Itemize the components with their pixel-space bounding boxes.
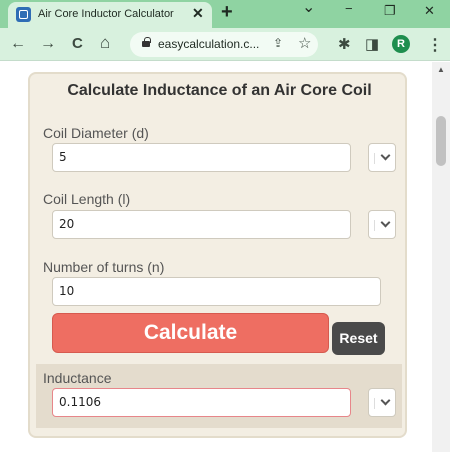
new-tab-icon[interactable]: +: [221, 1, 233, 24]
profile-avatar[interactable]: R: [392, 35, 410, 53]
inductance-unit-select[interactable]: [368, 388, 396, 417]
inductance-result-field[interactable]: 0.1106: [52, 388, 351, 417]
home-icon[interactable]: ⌂: [100, 33, 110, 53]
select-separator: [374, 220, 375, 231]
minimize-icon[interactable]: −: [345, 1, 353, 16]
extensions-icon[interactable]: ✱: [338, 35, 351, 53]
site-favicon-icon: [16, 7, 31, 22]
coil-length-label: Coil Length (l): [43, 191, 131, 207]
browser-toolbar: ← → C ⌂ easycalculation.c... ⇪ ☆ ✱ ◨ R ⋮: [0, 28, 450, 61]
result-section: Inductance 0.1106: [36, 364, 402, 428]
chevron-down-icon: [380, 395, 391, 406]
calculator-title: Calculate Inductance of an Air Core Coil: [67, 82, 372, 99]
select-separator: [374, 398, 375, 409]
chevron-down-icon: [380, 150, 391, 161]
reload-icon[interactable]: C: [72, 35, 83, 52]
side-panel-icon[interactable]: ◨: [365, 35, 379, 53]
coil-length-input[interactable]: 20: [52, 210, 351, 239]
reset-button[interactable]: Reset: [332, 322, 385, 355]
inductance-label: Inductance: [43, 370, 112, 386]
number-of-turns-input[interactable]: 10: [52, 277, 381, 306]
tab-close-icon[interactable]: ✕: [192, 5, 204, 22]
bookmark-star-icon[interactable]: ☆: [298, 34, 311, 52]
calculator-panel: Calculate Inductance of an Air Core Coil…: [28, 72, 407, 438]
tab-air-core-inductor[interactable]: Air Core Inductor Calculator ✕: [8, 2, 212, 28]
tab-strip: Air Core Inductor Calculator ✕ + ⌄ − ❐ ✕: [0, 0, 450, 28]
address-bar[interactable]: easycalculation.c... ⇪ ☆: [130, 32, 318, 57]
restore-icon[interactable]: ❐: [384, 3, 396, 19]
select-separator: [374, 153, 375, 164]
coil-diameter-input[interactable]: 5: [52, 143, 351, 172]
number-of-turns-label: Number of turns (n): [43, 259, 165, 275]
tab-search-chevron-icon[interactable]: ⌄: [302, 0, 315, 17]
page-content: Calculate Inductance of an Air Core Coil…: [0, 62, 450, 452]
forward-icon[interactable]: →: [40, 35, 56, 53]
tab-title: Air Core Inductor Calculator: [38, 8, 174, 20]
chevron-down-icon: [380, 217, 391, 228]
back-icon[interactable]: ←: [10, 35, 26, 53]
coil-diameter-unit-select[interactable]: [368, 143, 396, 172]
browser-window: Air Core Inductor Calculator ✕ + ⌄ − ❐ ✕…: [0, 0, 450, 452]
page-scrollbar[interactable]: ▲: [432, 62, 450, 452]
coil-length-unit-select[interactable]: [368, 210, 396, 239]
calculate-button[interactable]: Calculate: [52, 313, 329, 353]
lock-icon[interactable]: [142, 37, 151, 47]
scroll-up-arrow-icon[interactable]: ▲: [437, 65, 445, 74]
close-window-icon[interactable]: ✕: [424, 3, 435, 19]
scrollbar-thumb[interactable]: [436, 116, 446, 166]
menu-icon[interactable]: ⋮: [427, 35, 443, 55]
url-text[interactable]: easycalculation.c...: [158, 37, 259, 51]
coil-diameter-label: Coil Diameter (d): [43, 125, 149, 141]
share-icon[interactable]: ⇪: [273, 36, 283, 50]
